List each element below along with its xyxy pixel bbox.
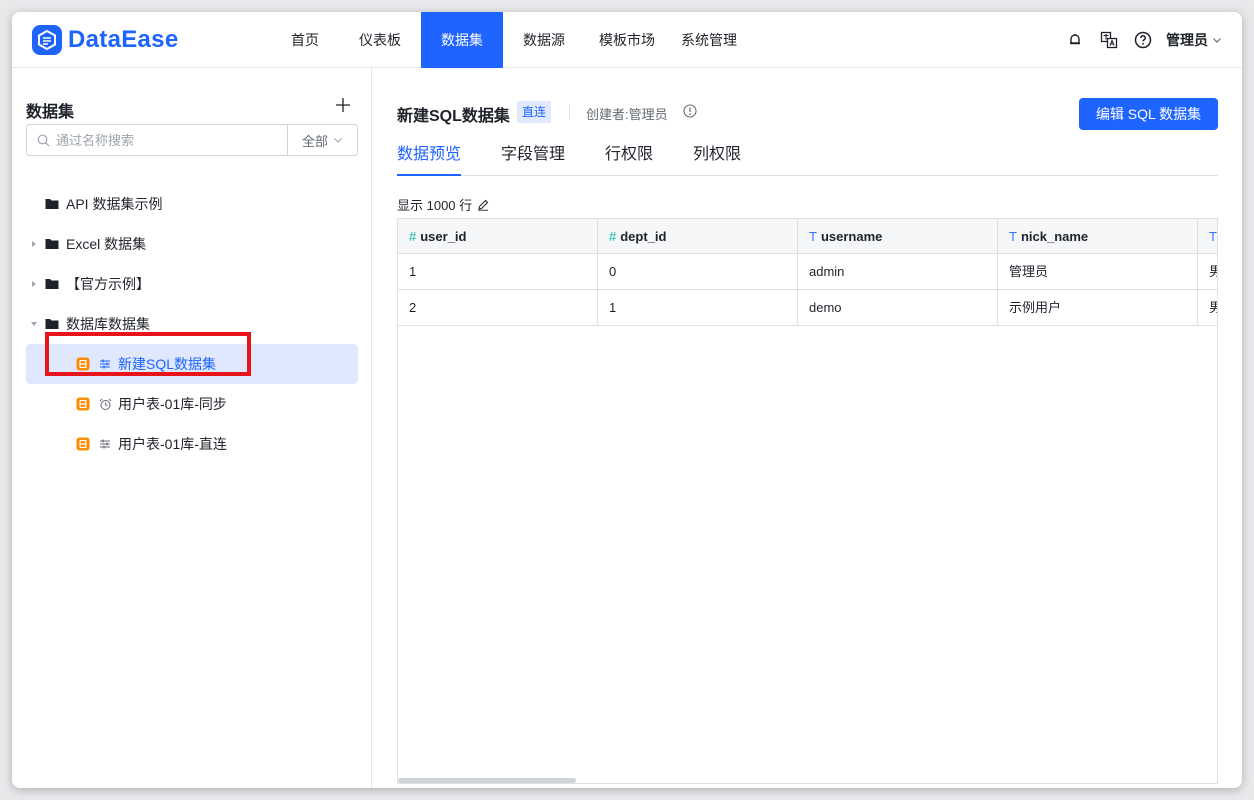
info-icon[interactable]	[683, 104, 699, 120]
alarm-clock-icon	[98, 397, 112, 411]
search-input[interactable]	[56, 132, 256, 148]
tree-item-label: 【官方示例】	[66, 276, 150, 292]
table-cell: 2	[398, 290, 598, 325]
column-name: dept_id	[620, 229, 667, 244]
tree-item-label: 用户表-01库-同步	[118, 396, 227, 412]
text-type-icon: T	[1209, 229, 1217, 244]
edit-icon[interactable]	[477, 199, 489, 211]
text-type-icon: T	[1009, 229, 1017, 244]
nav-item-dataset[interactable]: 数据集	[421, 12, 503, 68]
row-count-label: 显示 1000 行	[397, 198, 473, 213]
top-right-actions: 管理员	[1050, 12, 1222, 68]
table-cell: 0	[598, 254, 798, 289]
dataset-sidebar: 数据集 全部 API 数据集示例 Excel 数据集	[12, 68, 372, 788]
number-type-icon: #	[409, 229, 417, 244]
tree-folder-api[interactable]: API 数据集示例	[26, 184, 358, 224]
tree-dataset-user-direct[interactable]: 用户表-01库-直连	[26, 424, 358, 464]
column-header-user-id[interactable]: # user_id	[398, 219, 598, 254]
direct-connect-icon	[98, 357, 112, 371]
nav-item-system-settings[interactable]: 系统管理	[678, 12, 740, 68]
help-icon[interactable]	[1134, 31, 1152, 49]
tree-item-label: 新建SQL数据集	[118, 356, 217, 372]
tree-item-label: Excel 数据集	[66, 236, 147, 252]
dataset-icon	[76, 357, 90, 371]
column-name: username	[820, 229, 883, 244]
table-cell: 1	[398, 254, 598, 289]
text-type-icon: T	[809, 229, 817, 244]
tree-folder-official-examples[interactable]: 【官方示例】	[26, 264, 358, 304]
search-box	[27, 125, 287, 155]
table-cell: 男	[1198, 290, 1217, 325]
row-count-display: 显示 1000 行	[397, 195, 489, 214]
direct-connect-icon	[98, 437, 112, 451]
table-cell: 示例用户	[998, 290, 1198, 325]
dataset-icon	[76, 437, 90, 451]
detail-tabs: 数据预览 字段管理 行权限 列权限	[397, 134, 1218, 176]
search-icon	[37, 134, 50, 146]
folder-icon	[44, 316, 60, 332]
dataset-title: 新建SQL数据集	[397, 108, 510, 125]
data-preview-grid: # user_id # dept_id Tusername Tnick_name T…	[397, 218, 1218, 784]
grid-header-row: # user_id # dept_id Tusername Tnick_name T	[398, 219, 1217, 254]
column-name: user_id	[420, 229, 467, 244]
connection-mode-tag: 直连	[517, 101, 552, 123]
table-cell: 管理员	[998, 254, 1198, 289]
nav-item-home[interactable]: 首页	[278, 12, 332, 68]
dataease-logo-icon	[32, 25, 62, 55]
translate-icon[interactable]	[1100, 31, 1118, 49]
tree-folder-database[interactable]: 数据库数据集	[26, 304, 358, 344]
column-header-truncated[interactable]: T	[1198, 219, 1217, 254]
user-menu[interactable]: 管理员	[1166, 30, 1208, 50]
tree-item-label: API 数据集示例	[66, 196, 163, 212]
table-cell: admin	[798, 254, 998, 289]
caret-right-icon[interactable]	[26, 236, 42, 252]
logo-text: DataEase	[68, 26, 179, 53]
folder-icon	[44, 236, 60, 252]
table-row: 2 1 demo 示例用户 男	[398, 290, 1217, 326]
nav-item-dashboard[interactable]: 仪表板	[352, 12, 408, 68]
number-type-icon: #	[609, 229, 617, 244]
app-window: DataEase 首页 仪表板 数据集 数据源 模板市场 系统管理 管理员 数据…	[12, 12, 1242, 788]
tree-item-label: 数据库数据集	[66, 316, 150, 332]
table-cell: 男	[1198, 254, 1217, 289]
notification-icon[interactable]	[1066, 31, 1084, 49]
dataset-icon	[76, 397, 90, 411]
chevron-down-icon	[334, 138, 342, 143]
dataset-detail-panel: 新建SQL数据集 直连 创建者:管理员 编辑 SQL 数据集 数据预览 字段管理…	[373, 68, 1242, 788]
tree-dataset-new-sql[interactable]: 新建SQL数据集	[26, 344, 358, 384]
creator-label: 创建者:管理员	[586, 107, 668, 122]
table-cell: demo	[798, 290, 998, 325]
table-cell: 1	[598, 290, 798, 325]
tab-field-management[interactable]: 字段管理	[501, 134, 565, 176]
horizontal-scrollbar[interactable]	[398, 778, 576, 783]
column-name: nick_name	[1020, 229, 1089, 244]
column-header-username[interactable]: Tusername	[798, 219, 998, 254]
table-row: 1 0 admin 管理员 男	[398, 254, 1217, 290]
caret-right-icon[interactable]	[26, 276, 42, 292]
tab-row-permissions[interactable]: 行权限	[605, 134, 653, 176]
nav-item-template-market[interactable]: 模板市场	[598, 12, 656, 68]
caret-down-icon[interactable]	[26, 316, 42, 332]
nav-item-datasource[interactable]: 数据源	[516, 12, 572, 68]
column-header-nick-name[interactable]: Tnick_name	[998, 219, 1198, 254]
column-header-dept-id[interactable]: # dept_id	[598, 219, 798, 254]
tree-folder-excel[interactable]: Excel 数据集	[26, 224, 358, 264]
sidebar-title: 数据集	[26, 104, 75, 121]
add-dataset-button[interactable]	[334, 96, 354, 116]
edit-sql-dataset-button[interactable]: 编辑 SQL 数据集	[1079, 98, 1218, 130]
tab-column-permissions[interactable]: 列权限	[693, 134, 741, 176]
filter-label: 全部	[301, 133, 328, 149]
divider	[569, 104, 570, 120]
logo[interactable]: DataEase	[32, 25, 178, 55]
folder-icon	[44, 276, 60, 292]
search-filter-select[interactable]: 全部	[287, 125, 357, 155]
top-navigation-bar: DataEase 首页 仪表板 数据集 数据源 模板市场 系统管理 管理员	[12, 12, 1242, 68]
tree-dataset-user-sync[interactable]: 用户表-01库-同步	[26, 384, 358, 424]
tab-data-preview[interactable]: 数据预览	[397, 134, 462, 176]
chevron-down-icon[interactable]	[1212, 35, 1222, 45]
dataset-search: 全部	[26, 124, 358, 156]
folder-icon	[44, 196, 60, 212]
tree-item-label: 用户表-01库-直连	[118, 436, 227, 452]
